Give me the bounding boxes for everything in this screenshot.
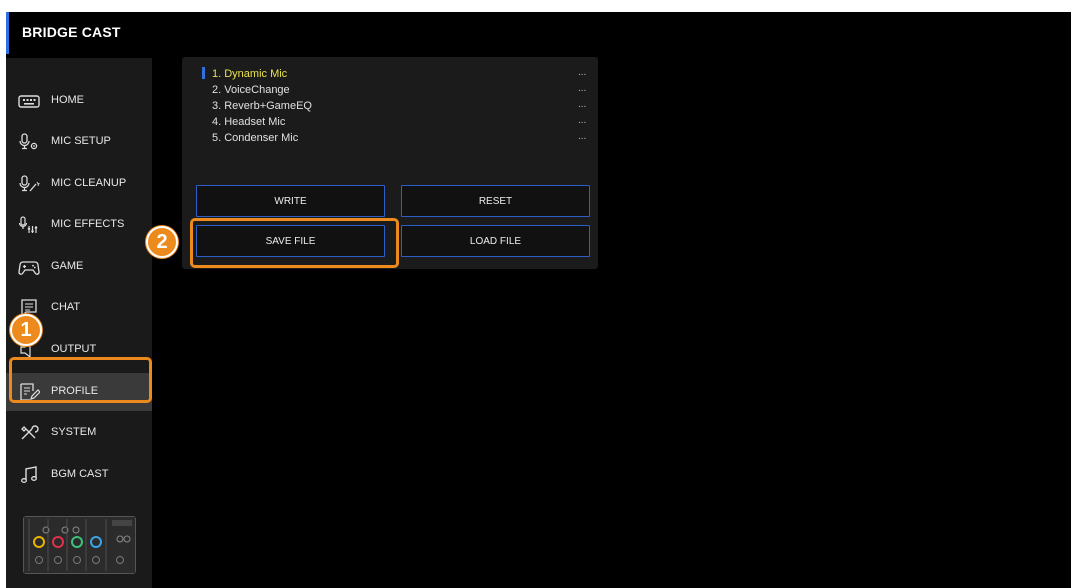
profile-list: 1. Dynamic Mic ... 2. VoiceChange ... 3.… [196,67,594,147]
sidebar-item-mic-effects[interactable]: MIC EFFECTS [6,206,152,244]
profile-item-voicechange[interactable]: 2. VoiceChange ... [196,83,594,99]
sidebar-item-label: OUTPUT [51,343,97,355]
sidebar-item-label: MIC EFFECTS [51,218,125,230]
title-bar: BRIDGE CAST [6,12,1071,54]
selection-indicator [202,67,205,79]
gamepad-icon [18,257,40,277]
profile-menu-dots[interactable]: ... [578,115,586,126]
profile-item-condenser-mic[interactable]: 5. Condenser Mic ... [196,131,594,147]
save-file-highlight-box [190,218,399,268]
mic-gear-icon [18,132,40,152]
profile-name: 1. Dynamic Mic [212,68,288,80]
profile-name: 3. Reverb+GameEQ [212,100,312,112]
bridge-cast-window: BRIDGE CAST HOME MIC SETUP MIC CLEANUP M… [6,12,1071,588]
profile-item-headset-mic[interactable]: 4. Headset Mic ... [196,115,594,131]
sidebar-item-label: MIC SETUP [51,135,111,147]
profile-item-dynamic-mic[interactable]: 1. Dynamic Mic ... [196,67,594,83]
profile-menu-dots[interactable]: ... [578,83,586,94]
app-title: BRIDGE CAST [22,24,121,40]
profile-highlight-box [9,357,152,403]
profile-menu-dots[interactable]: ... [578,67,586,78]
profile-menu-dots[interactable]: ... [578,99,586,110]
profile-name: 5. Condenser Mic [212,132,299,144]
sidebar-item-game[interactable]: GAME [6,248,152,286]
mic-wand-icon [18,174,41,194]
sidebar-item-bgm-cast[interactable]: BGM CAST [6,456,152,494]
profile-name: 4. Headset Mic [212,116,286,128]
sidebar-item-label: GAME [51,260,84,272]
sidebar-item-mic-cleanup[interactable]: MIC CLEANUP [6,165,152,203]
music-note-icon [18,465,40,485]
profile-name: 2. VoiceChange [212,84,290,96]
callout-badge-2: 2 [146,226,178,258]
sidebar-item-label: MIC CLEANUP [51,177,127,189]
tools-icon [18,423,40,443]
title-accent-bar [6,12,9,54]
sidebar-item-home[interactable]: HOME [6,82,152,120]
load-file-button[interactable]: LOAD FILE [401,225,590,257]
write-button[interactable]: WRITE [196,185,385,217]
device-thumbnail [23,516,136,574]
reset-button[interactable]: RESET [401,185,590,217]
sidebar-item-label: BGM CAST [51,468,109,480]
sidebar-item-label: CHAT [51,301,81,313]
sidebar-item-system[interactable]: SYSTEM [6,414,152,452]
mic-sliders-icon [18,215,40,235]
keyboard-icon [18,91,40,111]
callout-badge-1: 1 [10,314,42,346]
profile-menu-dots[interactable]: ... [578,131,586,142]
sidebar-item-mic-setup[interactable]: MIC SETUP [6,123,152,161]
sidebar-item-label: SYSTEM [51,426,97,438]
profile-item-reverb-gameeq[interactable]: 3. Reverb+GameEQ ... [196,99,594,115]
sidebar-item-label: HOME [51,94,84,106]
